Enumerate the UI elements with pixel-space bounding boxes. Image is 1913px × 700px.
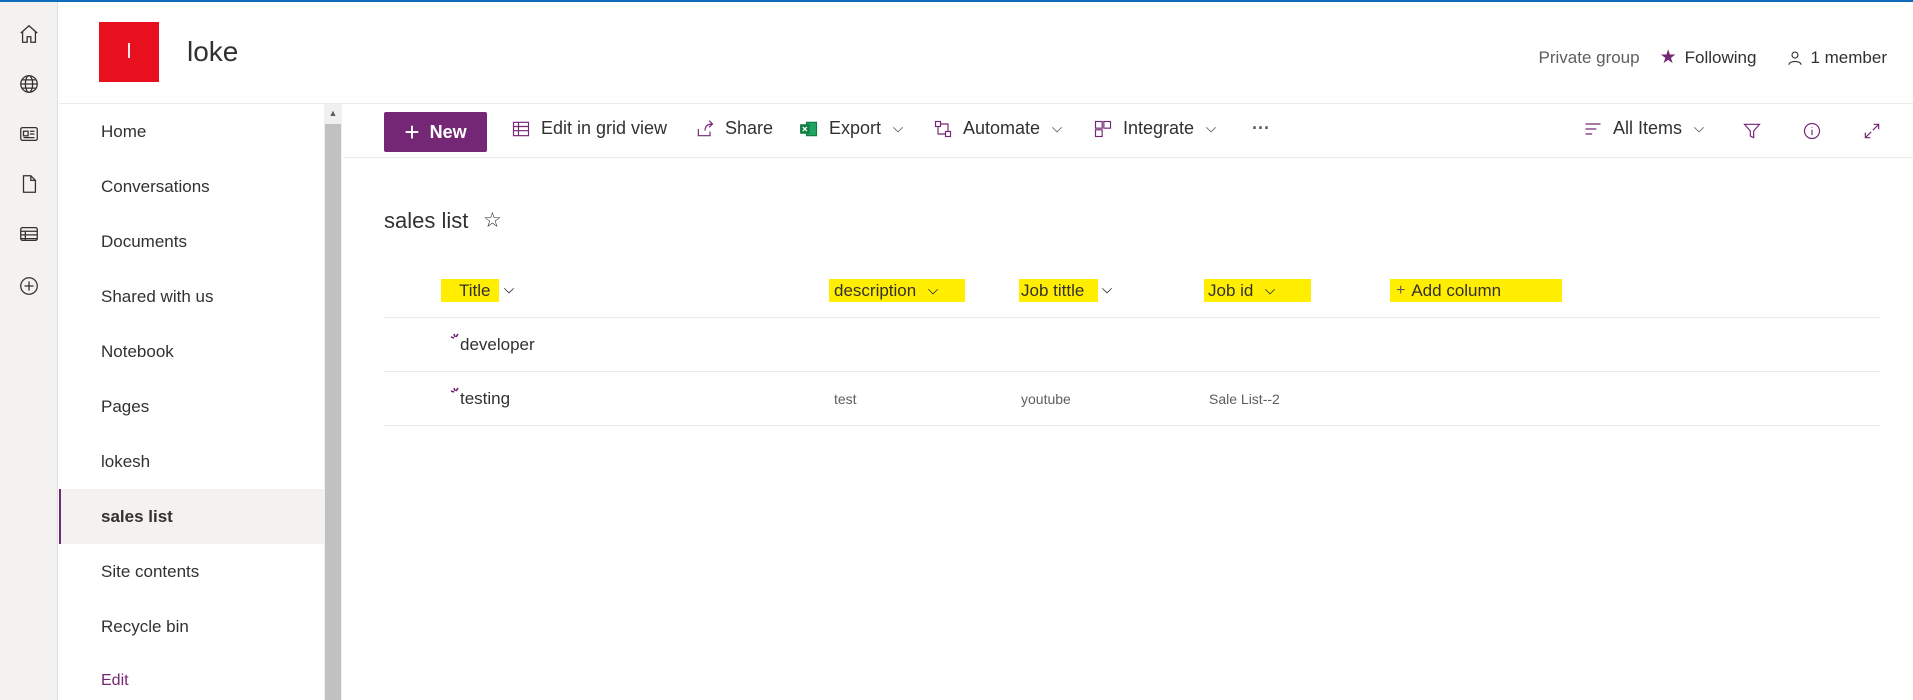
view-options-icon	[1585, 122, 1601, 135]
list-title: sales list	[384, 208, 469, 233]
more-commands-button[interactable]: ···	[1252, 118, 1270, 139]
new-item-icon	[450, 330, 460, 340]
column-header-title[interactable]: Title	[441, 279, 499, 302]
chevron-down-icon	[893, 126, 903, 132]
site-logo-letter: l	[126, 40, 132, 63]
chevron-down-icon	[1265, 288, 1276, 294]
chevron-down-icon[interactable]	[1100, 283, 1114, 297]
site-header: l loke Private group ★ Following 1 membe…	[59, 2, 1913, 104]
document-icon[interactable]	[13, 168, 45, 200]
left-navigation: Home Conversations Documents Shared with…	[59, 104, 324, 700]
filter-icon[interactable]	[1739, 118, 1765, 144]
table-row[interactable]: developer	[384, 318, 1880, 372]
row-title-cell[interactable]: testing	[460, 389, 510, 409]
column-header-job-id[interactable]: Job id	[1204, 279, 1311, 302]
nav-item-lokesh[interactable]: lokesh	[59, 434, 324, 489]
nav-item-shared-with-us[interactable]: Shared with us	[59, 269, 324, 324]
news-icon[interactable]	[13, 118, 45, 150]
view-label: All Items	[1613, 118, 1683, 138]
automate-button[interactable]: Automate	[933, 118, 1064, 139]
nav-item-notebook[interactable]: Notebook	[59, 324, 324, 379]
excel-icon	[800, 121, 818, 136]
column-description-label: description	[834, 280, 917, 300]
share-label: Share	[725, 118, 774, 138]
person-icon	[1788, 50, 1803, 65]
site-title[interactable]: loke	[187, 36, 238, 68]
column-header-job-title[interactable]: Job tittle	[1019, 279, 1098, 302]
new-button[interactable]: + New	[384, 112, 487, 152]
command-bar: + New Edit in grid view Share Export Aut…	[343, 104, 1913, 158]
scroll-up-arrow-icon[interactable]: ▲	[324, 104, 342, 122]
export-button[interactable]: Export	[799, 118, 905, 139]
chevron-down-icon	[1206, 126, 1217, 132]
scroll-thumb[interactable]	[325, 124, 341, 700]
info-icon[interactable]	[1799, 118, 1825, 144]
nav-item-site-contents[interactable]: Site contents	[59, 544, 324, 599]
privacy-label: Private group	[1538, 47, 1640, 67]
chevron-down-icon[interactable]	[502, 283, 516, 297]
row-title-cell[interactable]: developer	[460, 335, 535, 355]
row-job-title-cell: youtube	[1021, 391, 1071, 407]
integrate-button[interactable]: Integrate	[1093, 118, 1218, 139]
new-label: New	[429, 121, 467, 142]
plus-icon: +	[1396, 281, 1406, 299]
favorite-star-icon[interactable]: ☆	[483, 208, 502, 233]
export-label: Export	[829, 118, 882, 138]
automate-label: Automate	[963, 118, 1041, 138]
row-description-cell: test	[834, 391, 857, 407]
automate-icon	[934, 120, 952, 137]
add-column-label: Add column	[1411, 280, 1502, 300]
nav-item-documents[interactable]: Documents	[59, 214, 324, 269]
star-filled-icon: ★	[1659, 47, 1677, 68]
nav-item-recycle-bin[interactable]: Recycle bin	[59, 599, 324, 654]
edit-grid-view-button[interactable]: Edit in grid view	[511, 118, 667, 139]
chevron-down-icon	[1052, 126, 1063, 132]
members-button[interactable]: 1 member	[1786, 48, 1887, 68]
globe-icon[interactable]	[13, 68, 45, 100]
add-circle-icon[interactable]	[13, 270, 45, 302]
edit-grid-view-label: Edit in grid view	[541, 118, 668, 138]
column-job-id-label: Job id	[1208, 280, 1254, 300]
share-button[interactable]: Share	[695, 118, 773, 139]
chevron-down-icon	[1694, 126, 1704, 132]
list-icon[interactable]	[13, 218, 45, 250]
share-icon	[697, 119, 714, 136]
integrate-icon	[1094, 120, 1112, 137]
nav-item-home[interactable]: Home	[59, 104, 324, 159]
add-column-button[interactable]: + Add column	[1390, 279, 1562, 302]
column-header-description[interactable]: description	[829, 279, 965, 302]
nav-item-pages[interactable]: Pages	[59, 379, 324, 434]
table-row[interactable]: testing test youtube Sale List--2	[384, 372, 1880, 426]
column-job-title-label: Job tittle	[1021, 280, 1085, 300]
nav-item-sales-list[interactable]: sales list	[59, 489, 324, 544]
row-job-id-cell: Sale List--2	[1209, 391, 1280, 407]
site-logo[interactable]: l	[99, 22, 159, 82]
nav-scrollbar[interactable]: ▲	[324, 104, 342, 700]
members-label: 1 member	[1810, 47, 1887, 67]
app-rail	[0, 2, 58, 700]
expand-icon[interactable]	[1859, 118, 1885, 144]
column-title-label: Title	[459, 280, 491, 300]
home-icon[interactable]	[13, 18, 45, 50]
grid-icon	[512, 121, 530, 136]
plus-icon: +	[404, 117, 420, 147]
following-button[interactable]: ★ Following	[1660, 46, 1757, 69]
nav-edit-link[interactable]: Edit	[59, 653, 324, 700]
following-label: Following	[1684, 47, 1757, 67]
chevron-down-icon	[928, 288, 939, 294]
integrate-label: Integrate	[1123, 118, 1195, 138]
new-item-icon	[450, 384, 460, 394]
nav-item-conversations[interactable]: Conversations	[59, 159, 324, 214]
view-selector[interactable]: All Items	[1583, 118, 1706, 139]
